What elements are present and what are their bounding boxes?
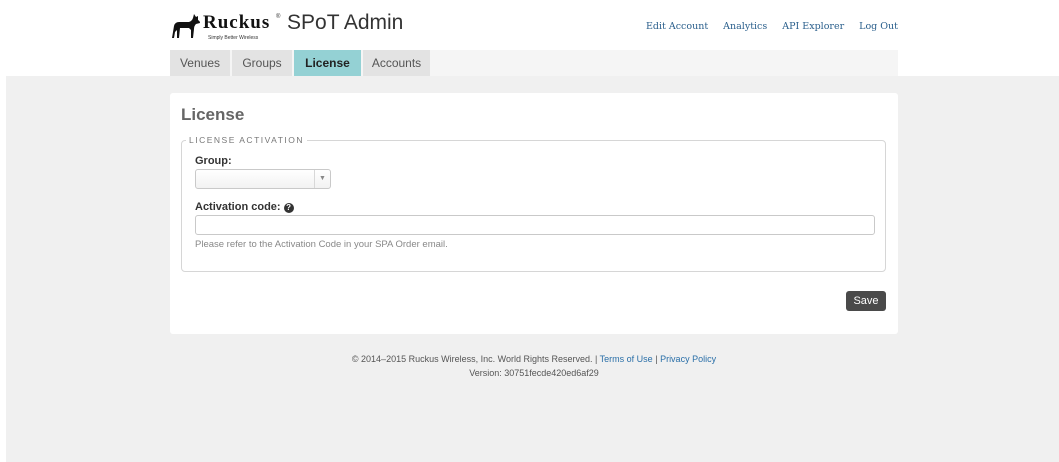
header: Ruckus ® Simply Better Wireless SPoT Adm…	[170, 0, 898, 50]
logo-wordmark: Ruckus	[203, 12, 271, 33]
question-circle-icon[interactable]: ?	[283, 203, 294, 213]
terms-of-use-link[interactable]: Terms of Use	[600, 354, 653, 364]
top-nav: Edit Account Analytics API Explorer Log …	[646, 21, 898, 32]
log-out-link[interactable]: Log Out	[859, 21, 898, 32]
edit-account-link[interactable]: Edit Account	[646, 21, 708, 32]
tab-bar: Venues Groups License Accounts	[170, 50, 898, 76]
activation-code-label: Activation code:?	[195, 201, 294, 213]
tab-venues[interactable]: Venues	[170, 50, 230, 76]
logo-registered-mark: ®	[276, 14, 281, 20]
analytics-link[interactable]: Analytics	[723, 21, 767, 32]
logo-tagline: Simply Better Wireless	[208, 35, 259, 41]
tab-groups[interactable]: Groups	[232, 50, 292, 76]
chevron-down-icon: ▼	[314, 170, 330, 188]
page-title: License	[181, 105, 245, 124]
activation-code-hint: Please refer to the Activation Code in y…	[195, 239, 448, 250]
activation-code-label-text: Activation code:	[195, 201, 281, 213]
fieldset-legend: LICENSE ACTIVATION	[186, 135, 308, 145]
footer-legal: © 2014–2015 Ruckus Wireless, Inc. World …	[170, 352, 898, 366]
tab-license[interactable]: License	[294, 50, 361, 76]
save-button[interactable]: Save	[846, 291, 886, 311]
group-label: Group:	[195, 155, 232, 167]
ruckus-dog-icon	[172, 14, 200, 38]
app-title: SPoT Admin	[287, 11, 404, 34]
ruckus-logo[interactable]: Ruckus ® Simply Better Wireless	[170, 8, 285, 42]
group-select[interactable]: ▼	[195, 169, 331, 189]
footer: © 2014–2015 Ruckus Wireless, Inc. World …	[170, 352, 898, 380]
license-activation-fieldset: LICENSE ACTIVATION Group: ▼ Activation c…	[181, 135, 886, 272]
activation-code-input[interactable]	[195, 215, 875, 235]
api-explorer-link[interactable]: API Explorer	[782, 21, 844, 32]
privacy-policy-link[interactable]: Privacy Policy	[660, 354, 716, 364]
copyright-text: © 2014–2015 Ruckus Wireless, Inc. World …	[351, 354, 598, 364]
version-text: Version: 30751fecde420ed6af29	[469, 368, 599, 378]
footer-separator: |	[655, 354, 658, 364]
tab-accounts[interactable]: Accounts	[363, 50, 430, 76]
license-panel: License LICENSE ACTIVATION Group: ▼ Acti…	[170, 93, 898, 334]
